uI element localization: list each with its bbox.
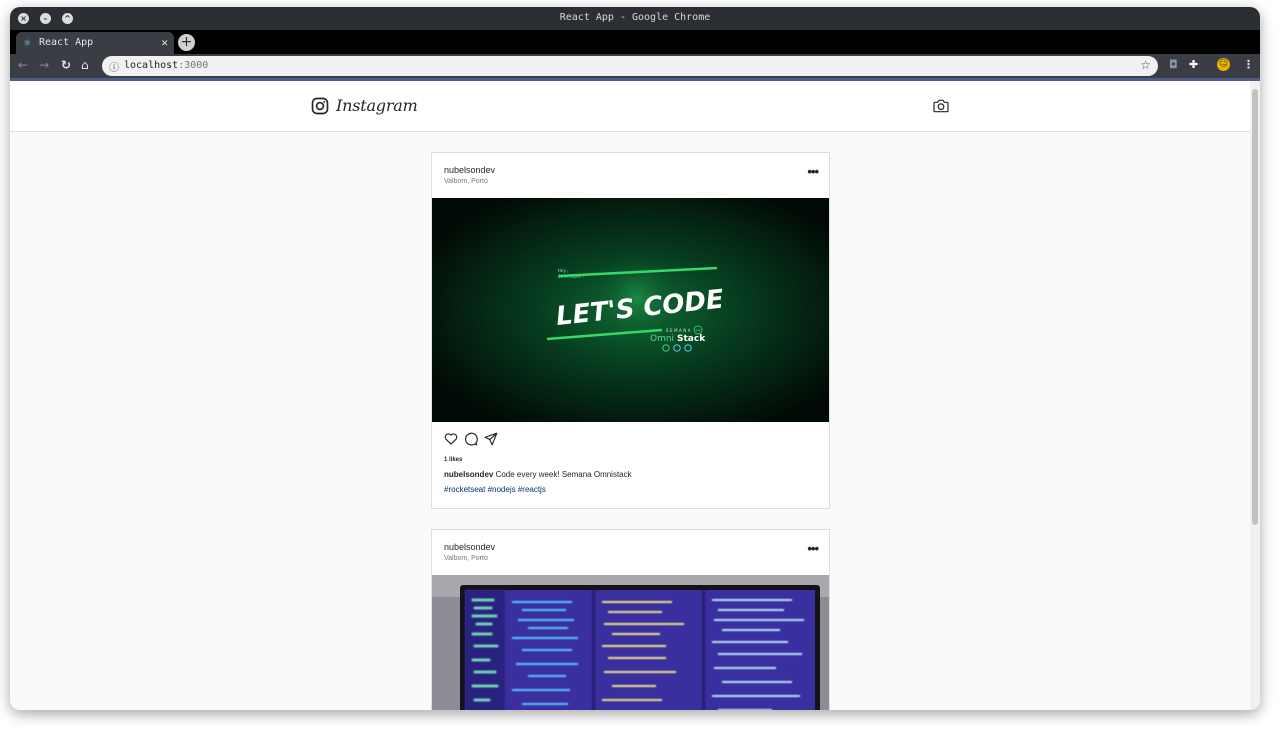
post-location: Valbom, Porto <box>444 555 488 562</box>
reload-icon[interactable]: ↻ <box>61 58 71 72</box>
send-icon[interactable] <box>484 432 498 446</box>
url-text: localhost:3000 <box>124 60 208 71</box>
likes-count[interactable]: 1 likes <box>444 457 462 463</box>
post-image[interactable]: Hey, Developer! LET'S CODE SEMANA 04 Omn… <box>432 198 829 422</box>
window-title: React App - Google Chrome <box>559 12 711 23</box>
pocket-extension-icon[interactable]: ◘ <box>1169 59 1178 71</box>
title-bar: × – ^ React App - Google Chrome <box>10 7 1260 30</box>
forward-icon[interactable]: → <box>39 58 49 72</box>
image-greeting-2: Developer! <box>558 274 585 280</box>
comment-icon[interactable] <box>464 432 478 446</box>
camera-icon[interactable] <box>933 99 949 113</box>
post-author[interactable]: nubelsondev <box>444 165 495 175</box>
browser-window: × – ^ React App - Google Chrome ⚛ React … <box>10 7 1260 710</box>
tab-close-icon[interactable]: ✕ <box>161 36 168 49</box>
code-screen-image <box>432 575 829 710</box>
back-icon[interactable]: ← <box>18 58 28 72</box>
url-port: :3000 <box>178 60 209 71</box>
site-info-icon[interactable]: ⓘ <box>109 59 119 74</box>
tab-react-app[interactable]: ⚛ React App ✕ <box>16 32 174 54</box>
image-brand-b: Stack <box>677 334 706 344</box>
image-tag-number: 04 <box>696 329 701 333</box>
lets-code-image: Hey, Developer! LET'S CODE SEMANA 04 Omn… <box>432 198 829 422</box>
feed-post: nubelsondev Valbom, Porto ••• <box>431 152 830 509</box>
extension-icon[interactable]: ✚ <box>1189 59 1198 71</box>
heart-icon[interactable] <box>444 432 458 445</box>
post-header: nubelsondev Valbom, Porto ••• <box>432 530 829 575</box>
page-viewport: Instagram nubelsondev Valbom, Porto ••• <box>10 81 1250 710</box>
react-favicon-icon: ⚛ <box>24 36 31 49</box>
app-header: Instagram <box>10 81 1250 132</box>
more-options-icon[interactable]: ••• <box>807 541 819 556</box>
address-bar[interactable]: ⓘ localhost:3000 ☆ <box>102 56 1158 76</box>
image-brand-a: Omni <box>650 334 674 344</box>
post-author[interactable]: nubelsondev <box>444 542 495 552</box>
tab-label: React App <box>39 37 94 48</box>
new-tab-button[interactable]: + <box>178 34 195 51</box>
chrome-menu-icon[interactable]: ⋮ <box>1243 59 1254 71</box>
feed-post: nubelsondev Valbom, Porto ••• <box>431 529 830 710</box>
post-location: Valbom, Porto <box>444 178 488 185</box>
more-options-icon[interactable]: ••• <box>807 164 819 179</box>
url-host: localhost <box>124 60 179 71</box>
profile-avatar-icon[interactable]: ☺ <box>1217 58 1230 71</box>
page-scrollbar[interactable] <box>1250 81 1260 710</box>
bookmark-star-icon[interactable]: ☆ <box>1140 58 1151 72</box>
post-image[interactable] <box>432 575 829 710</box>
image-tag-small: SEMANA <box>666 328 692 333</box>
post-header: nubelsondev Valbom, Porto ••• <box>432 153 829 198</box>
post-caption: nubelsondev Code every week! Semana Omni… <box>444 470 632 479</box>
instagram-logo-icon[interactable] <box>311 97 329 115</box>
caption-author[interactable]: nubelsondev <box>444 470 493 479</box>
caption-text: Code every week! Semana Omnistack <box>493 470 632 479</box>
tab-strip: ⚛ React App ✕ + <box>10 30 1260 54</box>
post-actions <box>432 422 829 446</box>
home-icon[interactable]: ⌂ <box>81 58 89 72</box>
scrollbar-thumb[interactable] <box>1252 89 1258 525</box>
image-greeting-1: Hey, <box>558 268 569 274</box>
instagram-wordmark[interactable]: Instagram <box>336 96 418 115</box>
monitor-screen <box>465 590 815 710</box>
browser-toolbar: ← → ↻ ⌂ ⓘ localhost:3000 ☆ ◘ ✚ ☺ ⋮ <box>10 54 1260 78</box>
post-hashtags[interactable]: #rocketseat #nodejs #reactjs <box>444 485 546 494</box>
